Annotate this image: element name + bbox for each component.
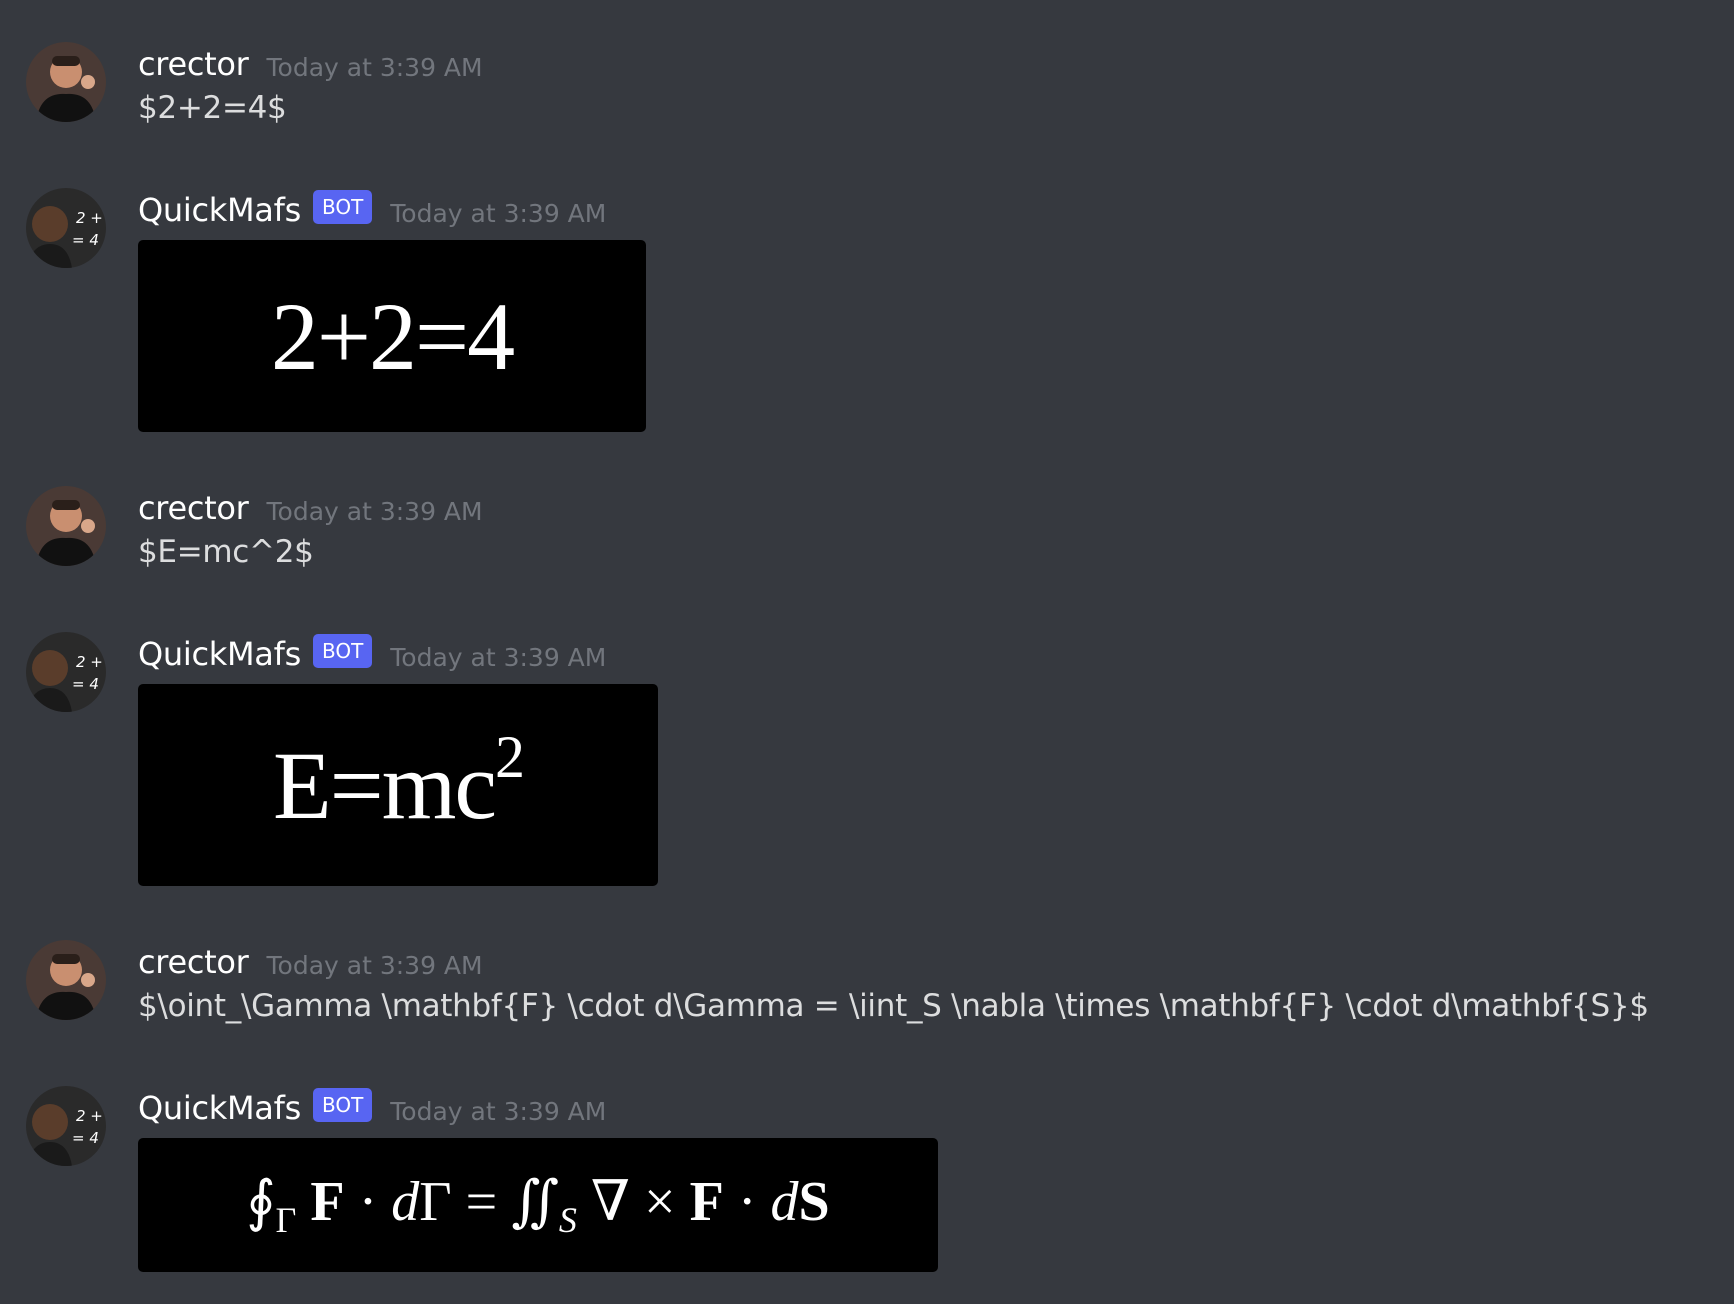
differential-d: d [770, 1170, 799, 1233]
latex-equation: E=mc2 [272, 724, 525, 841]
user-avatar[interactable] [26, 486, 106, 566]
timestamp[interactable]: Today at 3:39 AM [390, 199, 606, 228]
timestamp[interactable]: Today at 3:39 AM [267, 951, 483, 980]
contour-integral-symbol: ∮ [246, 1170, 276, 1233]
svg-text:= 4: = 4 [72, 1129, 99, 1147]
svg-text:= 4: = 4 [72, 231, 99, 249]
bot-badge: BOT [312, 190, 373, 224]
bot-badge: BOT [312, 634, 373, 668]
equals-sign: = [465, 1170, 498, 1233]
message-text: $E=mc^2$ [138, 534, 314, 570]
username[interactable]: QuickMafs [138, 191, 301, 229]
message-header: QuickMafs BOT Today at 3:39 AM [138, 632, 606, 676]
differential-d: d [391, 1170, 420, 1233]
message-header: QuickMafs BOT Today at 3:39 AM [138, 188, 606, 232]
svg-text:2 +: 2 + [76, 209, 103, 227]
latex-image[interactable]: E=mc2 [138, 684, 658, 886]
subscript-gamma: Γ [275, 1200, 297, 1241]
svg-text:2 +: 2 + [76, 653, 103, 671]
subscript-s: S [558, 1200, 577, 1241]
username[interactable]: QuickMafs [138, 1089, 301, 1127]
bot-avatar[interactable]: 2 + = 4 [26, 188, 106, 268]
latex-superscript: 2 [495, 723, 525, 790]
dot-operator: · [737, 1170, 757, 1233]
latex-base: E=mc [272, 731, 497, 839]
vector-f: F [689, 1170, 724, 1233]
times-symbol: × [644, 1170, 676, 1233]
user-avatar[interactable] [26, 42, 106, 122]
message-text: $2+2=4$ [138, 90, 287, 126]
username[interactable]: crector [138, 45, 249, 83]
vector-s: S [798, 1170, 830, 1233]
timestamp[interactable]: Today at 3:39 AM [390, 1097, 606, 1126]
latex-equation: ∮Γ F · dΓ = ∬S ∇ × F · dS [246, 1169, 829, 1241]
message-header: QuickMafs BOT Today at 3:39 AM [138, 1086, 606, 1130]
dot-operator: · [358, 1170, 378, 1233]
username[interactable]: crector [138, 489, 249, 527]
bot-avatar[interactable]: 2 + = 4 [26, 1086, 106, 1166]
bot-avatar[interactable]: 2 + = 4 [26, 632, 106, 712]
latex-equation: 2+2=4 [270, 282, 515, 390]
timestamp[interactable]: Today at 3:39 AM [267, 53, 483, 82]
double-integral-symbol: ∬ [511, 1170, 559, 1233]
nabla-symbol: ∇ [590, 1170, 630, 1233]
message-header: crector Today at 3:39 AM [138, 42, 483, 86]
svg-text:= 4: = 4 [72, 675, 99, 693]
username[interactable]: crector [138, 943, 249, 981]
latex-image[interactable]: 2+2=4 [138, 240, 646, 432]
username[interactable]: QuickMafs [138, 635, 301, 673]
latex-image[interactable]: ∮Γ F · dΓ = ∬S ∇ × F · dS [138, 1138, 938, 1272]
user-avatar[interactable] [26, 940, 106, 1020]
bot-badge: BOT [312, 1088, 373, 1122]
vector-f: F [310, 1170, 345, 1233]
message-header: crector Today at 3:39 AM [138, 940, 483, 984]
timestamp[interactable]: Today at 3:39 AM [267, 497, 483, 526]
timestamp[interactable]: Today at 3:39 AM [390, 643, 606, 672]
message-header: crector Today at 3:39 AM [138, 486, 483, 530]
gamma-symbol: Γ [419, 1170, 452, 1233]
message-text: $\oint_\Gamma \mathbf{F} \cdot d\Gamma =… [138, 988, 1649, 1024]
svg-text:2 +: 2 + [76, 1107, 103, 1125]
